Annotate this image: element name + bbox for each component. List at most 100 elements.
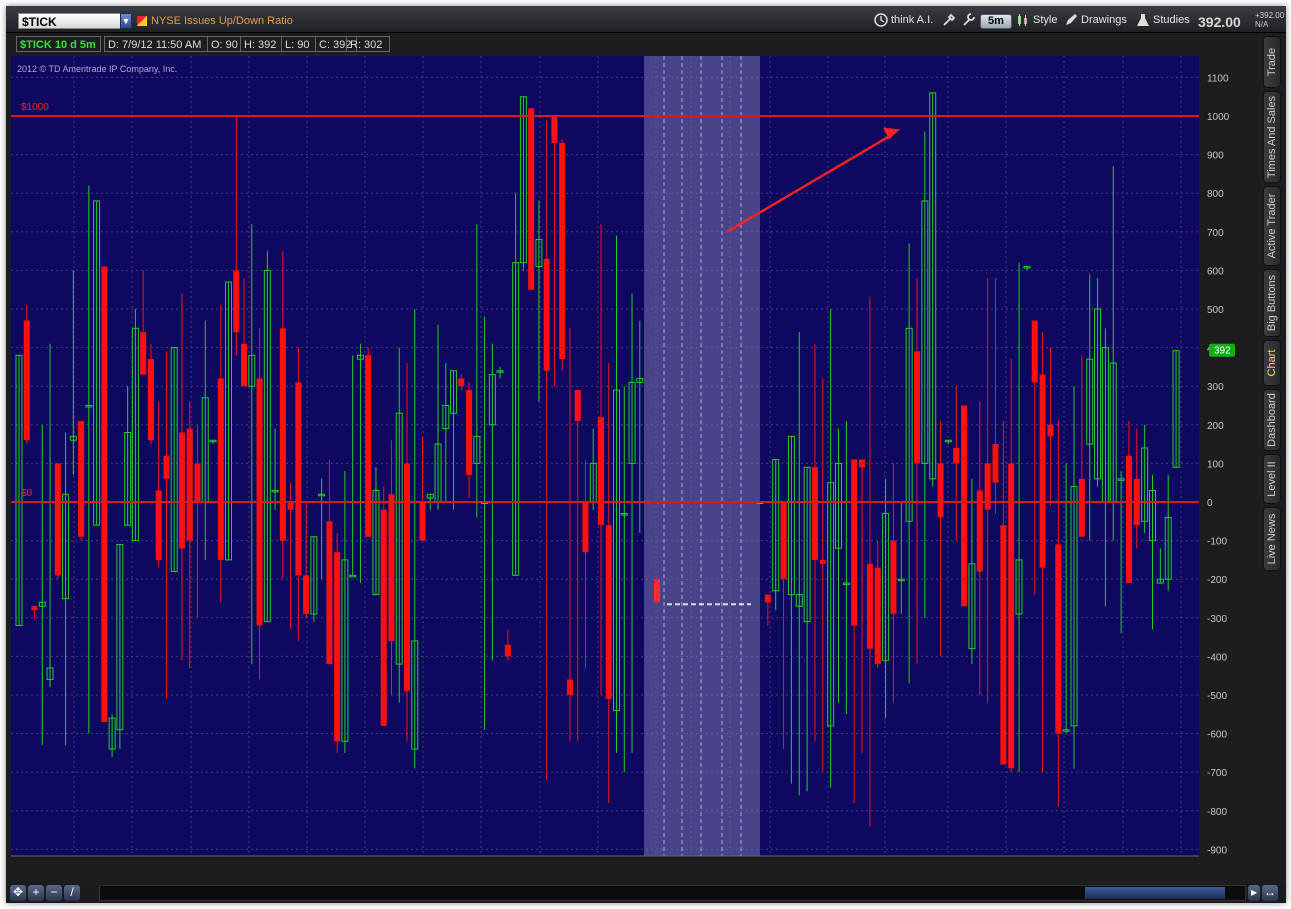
candle-body-down xyxy=(598,417,604,526)
candle-body-down xyxy=(303,575,310,614)
side-tab-big-buttons[interactable]: Big Buttons xyxy=(1263,269,1281,337)
candle-body-down xyxy=(140,332,147,375)
candle-body-down xyxy=(528,108,535,290)
candle-body-down xyxy=(419,502,426,541)
candle-body-down xyxy=(458,378,465,387)
candle-body-down xyxy=(764,594,771,603)
candle-body-down xyxy=(326,521,333,665)
candle-body-down xyxy=(1031,320,1038,383)
scrollbar-thumb[interactable] xyxy=(1085,887,1225,899)
candle-body-down xyxy=(780,502,787,580)
y-tick-label: 1000 xyxy=(1207,112,1230,123)
y-tick-label: 600 xyxy=(1207,266,1224,277)
study-label: $TICK 10 d 5m xyxy=(16,36,101,52)
scroll-right-icon[interactable]: ▸ xyxy=(1248,885,1260,901)
side-tab-live-news[interactable]: Live News xyxy=(1263,507,1281,571)
side-tab-label: Big Buttons xyxy=(1266,274,1278,332)
chart-toolbar: $TICK ▼ NYSE Issues Up/Down Ratio think … xyxy=(6,6,1286,33)
level-label-1000: $1000 xyxy=(21,102,49,113)
symbol-flag-icon xyxy=(137,16,147,26)
pan-icon[interactable]: ✥ xyxy=(10,885,26,901)
current-value-badge: 392 xyxy=(1209,343,1235,357)
y-tick-label: -500 xyxy=(1207,691,1227,702)
y-tick-label: 800 xyxy=(1207,189,1224,200)
candle-body-down xyxy=(574,390,581,421)
candle-body-down xyxy=(992,444,999,483)
side-tab-trade[interactable]: Trade xyxy=(1263,36,1281,88)
candle-body-down xyxy=(859,459,866,468)
candle-body-down xyxy=(937,463,944,518)
candle-body-down xyxy=(866,563,873,649)
candle-body-down xyxy=(365,355,372,537)
y-tick-label: -900 xyxy=(1207,845,1227,856)
y-tick-label: -100 xyxy=(1207,537,1227,548)
y-tick-label: 100 xyxy=(1207,459,1224,470)
premarket-candle xyxy=(654,579,660,603)
side-tab-label: Live News xyxy=(1266,513,1278,565)
zoom-out-icon[interactable]: − xyxy=(46,885,62,901)
candle-body-down xyxy=(78,420,85,537)
chart-panel[interactable]: 110010009008007006005004003002001000-100… xyxy=(11,39,1256,879)
symbol-dropdown-button[interactable]: ▼ xyxy=(120,13,132,29)
candle-body-down xyxy=(551,116,558,144)
bar-open: O: 90 xyxy=(207,36,241,52)
bar-high: H: 392 xyxy=(240,36,282,52)
side-tab-label: Active Trader xyxy=(1266,193,1278,259)
side-tab-label: Dashboard xyxy=(1266,393,1278,447)
y-tick-label: -200 xyxy=(1207,575,1227,586)
think-ai-button[interactable]: think A.I. xyxy=(874,12,933,28)
side-tab-chart[interactable]: Chart xyxy=(1263,340,1281,386)
candle-body-down xyxy=(163,455,170,479)
candle-body-down xyxy=(31,606,38,611)
candles-icon xyxy=(1016,13,1030,27)
candlestick-chart[interactable]: 110010009008007006005004003002001000-100… xyxy=(11,39,1256,879)
y-tick-label: 900 xyxy=(1207,151,1224,162)
y-tick-label: -400 xyxy=(1207,652,1227,663)
candle-body-down xyxy=(543,258,550,371)
candle-body-down xyxy=(1008,463,1015,769)
pencil-icon xyxy=(1064,13,1078,27)
side-tab-dashboard[interactable]: Dashboard xyxy=(1263,389,1281,451)
candle-body-down xyxy=(147,359,154,441)
side-tab-level-ii[interactable]: Level II xyxy=(1263,454,1281,504)
clock-icon xyxy=(874,13,888,27)
right-side-tabs: Trade Times And Sales Active Trader Big But… xyxy=(1263,36,1283,596)
candle-body-down xyxy=(101,266,108,723)
level-label-0: $0 xyxy=(21,488,33,499)
candle-body-down xyxy=(1125,455,1132,584)
candle-body-down xyxy=(380,509,387,726)
wrench-icon[interactable] xyxy=(961,12,978,28)
candle-body-down xyxy=(566,679,573,695)
side-tab-active-trader[interactable]: Active Trader xyxy=(1263,186,1281,266)
style-button[interactable]: Style xyxy=(1016,12,1057,28)
y-tick-label: 300 xyxy=(1207,382,1224,393)
y-tick-label: -300 xyxy=(1207,614,1227,625)
candle-body-down xyxy=(155,490,162,560)
y-tick-label: -600 xyxy=(1207,730,1227,741)
tools-icon[interactable] xyxy=(942,12,959,28)
symbol-description: NYSE Issues Up/Down Ratio xyxy=(151,15,293,27)
candle-body-down xyxy=(890,540,897,614)
side-tab-times-and-sales[interactable]: Times And Sales xyxy=(1263,91,1281,183)
candle-body-down xyxy=(178,432,185,549)
candle-body-down xyxy=(233,270,240,333)
candle-body-down xyxy=(819,559,826,564)
y-tick-label: 700 xyxy=(1207,228,1224,239)
candle-body-down xyxy=(279,328,286,541)
y-tick-label: 200 xyxy=(1207,421,1224,432)
drawings-button[interactable]: Drawings xyxy=(1064,12,1127,28)
closed-session-shading xyxy=(644,56,760,856)
candle-body-down xyxy=(559,143,566,360)
candle-body-down xyxy=(54,463,61,576)
studies-button[interactable]: Studies xyxy=(1136,12,1190,28)
candle-body-down xyxy=(961,405,968,607)
y-tick-label: 0 xyxy=(1207,498,1213,509)
horizontal-scrollbar[interactable] xyxy=(99,885,1246,901)
timeframe-button[interactable]: 5m xyxy=(980,14,1012,29)
zoom-in-icon[interactable]: + xyxy=(28,885,44,901)
symbol-input[interactable]: $TICK xyxy=(18,13,122,29)
expand-icon[interactable]: ↔ xyxy=(1262,885,1278,901)
candle-body-down xyxy=(388,494,395,641)
draw-line-icon[interactable]: / xyxy=(64,885,80,901)
candle-body-down xyxy=(466,390,473,475)
